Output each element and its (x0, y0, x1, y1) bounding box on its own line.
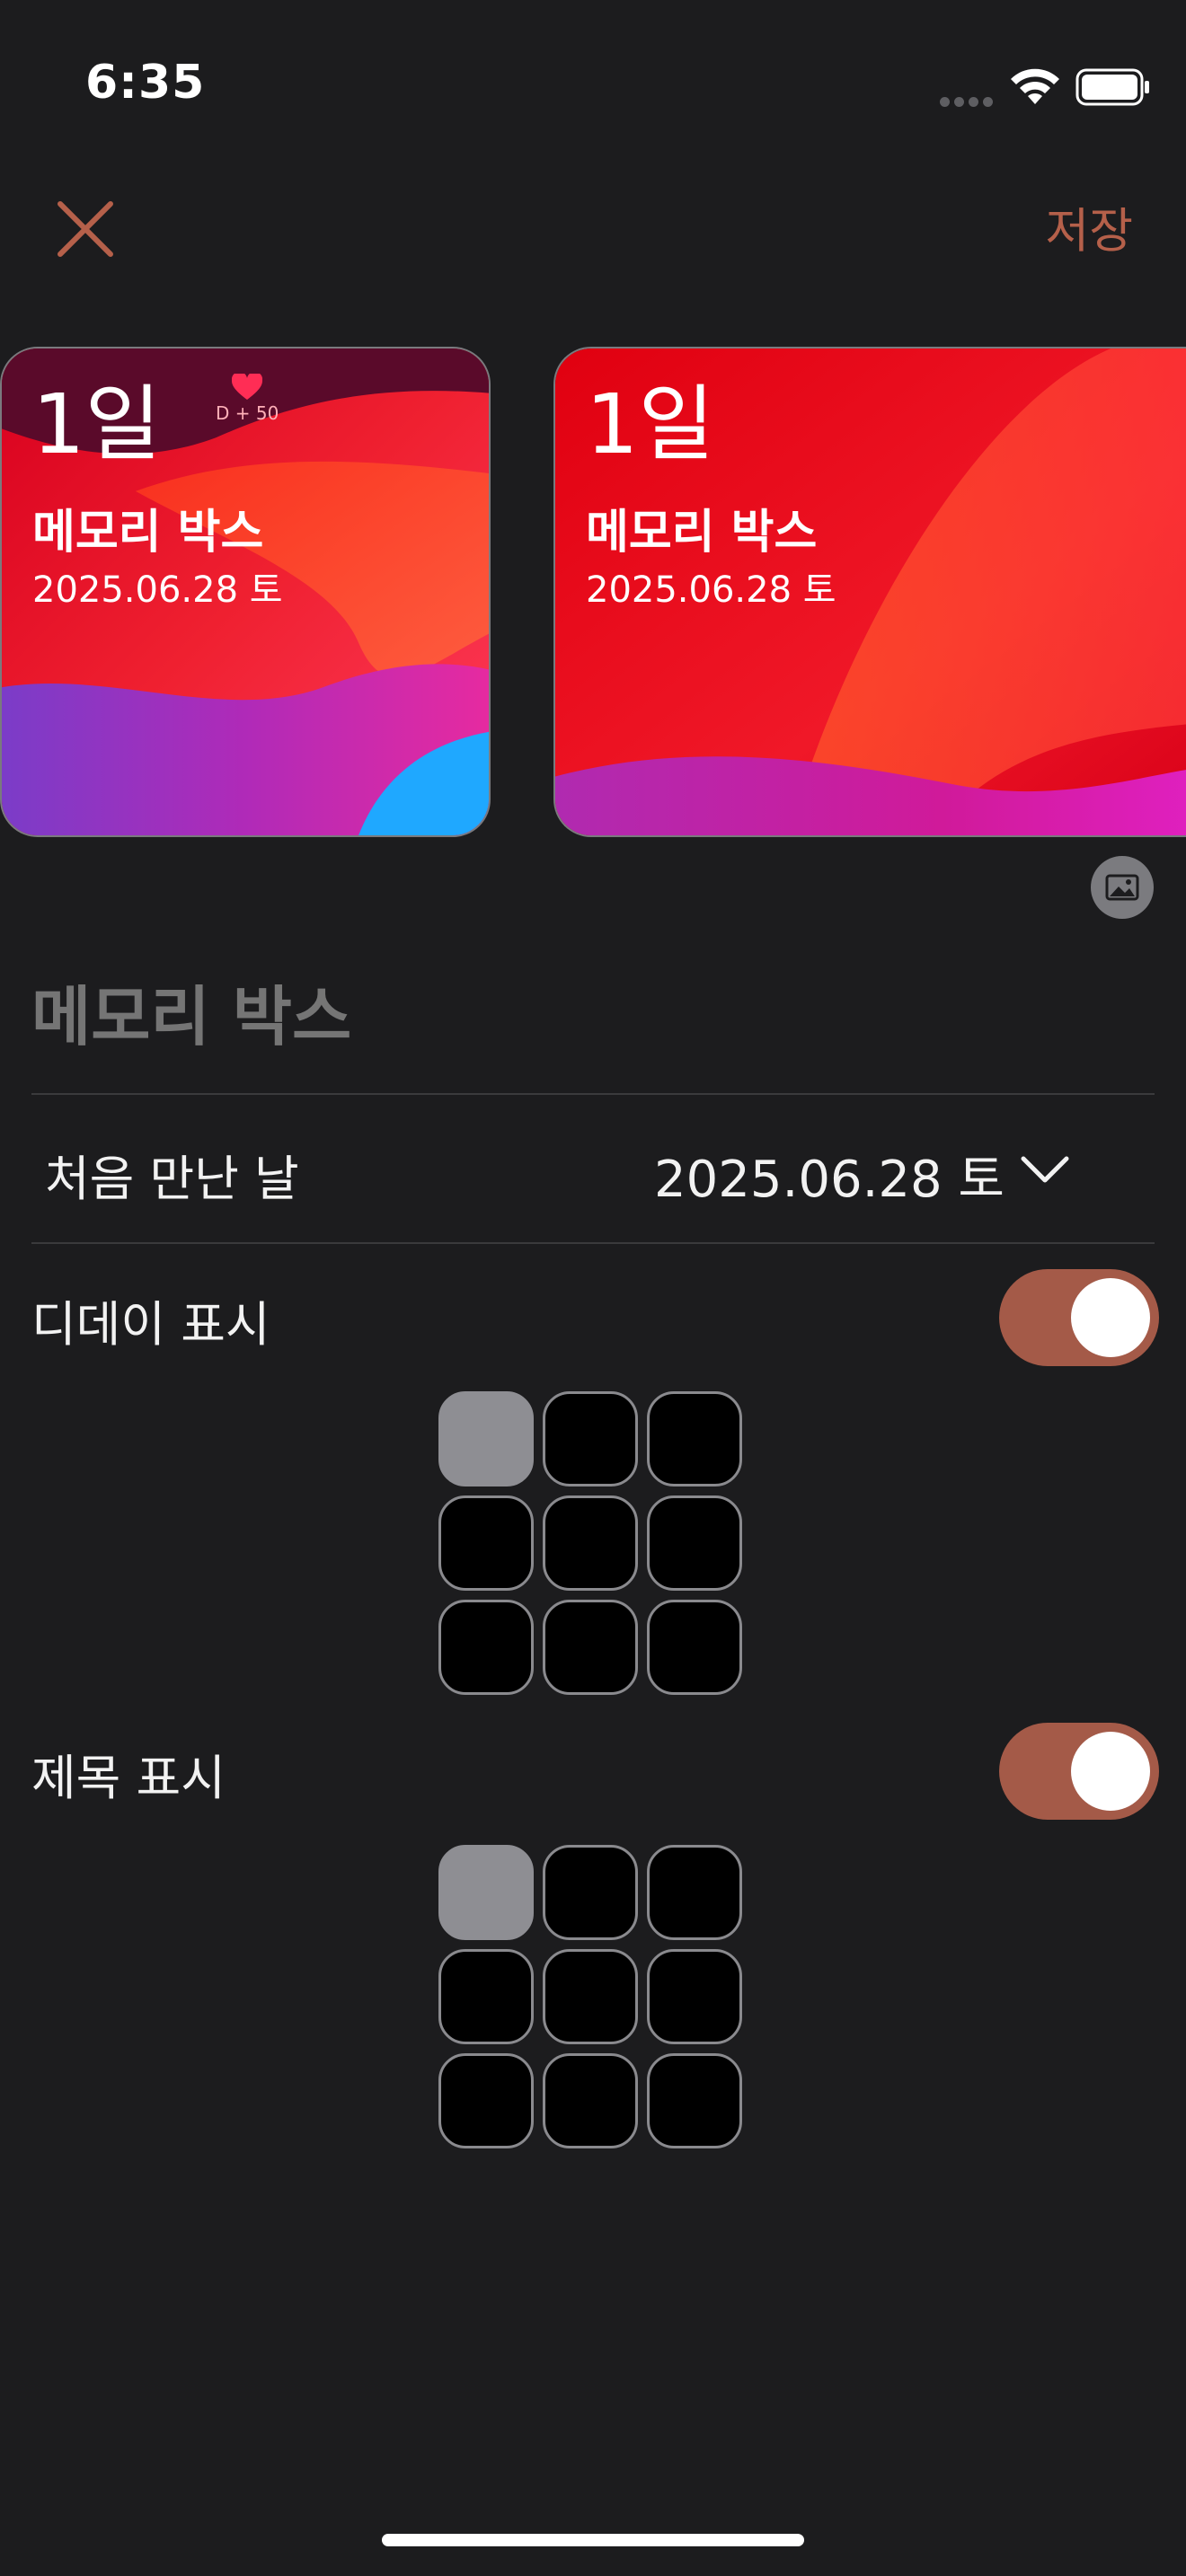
dday-position-grid (438, 1391, 749, 1695)
widget-date: 2025.06.28 토 (586, 569, 836, 611)
close-icon[interactable] (49, 193, 121, 265)
position-cell[interactable] (543, 1845, 638, 1940)
widget-title: 메모리 박스 (586, 506, 818, 560)
image-picker-button[interactable] (1091, 856, 1154, 919)
widget-title: 메모리 박스 (32, 506, 264, 560)
position-cell[interactable] (543, 1391, 638, 1486)
wifi-icon (1011, 68, 1059, 104)
home-indicator (382, 2534, 804, 2546)
title-position-grid (438, 1845, 749, 2148)
divider (31, 1242, 1155, 1244)
title-input[interactable] (31, 979, 1155, 1054)
position-cell[interactable] (438, 1845, 534, 1940)
position-cell[interactable] (647, 1949, 742, 2044)
position-cell[interactable] (438, 1600, 534, 1695)
title-display-toggle[interactable] (999, 1723, 1159, 1820)
widget-preview-small[interactable]: D + 50 1일 메모리 박스 2025.06.28 토 (0, 347, 491, 837)
position-cell[interactable] (438, 2053, 534, 2148)
first-met-date-picker[interactable]: 2025.06.28 토 (654, 1139, 1005, 1212)
position-cell[interactable] (647, 1845, 742, 1940)
title-display-label: 제목 표시 (31, 1750, 226, 1806)
position-cell[interactable] (647, 1600, 742, 1695)
position-cell[interactable] (647, 1391, 742, 1486)
position-cell[interactable] (438, 1495, 534, 1591)
divider (31, 1093, 1155, 1095)
widget-date: 2025.06.28 토 (32, 569, 283, 611)
position-cell[interactable] (543, 2053, 638, 2148)
first-met-label: 처음 만난 날 (45, 1151, 299, 1207)
position-cell[interactable] (647, 2053, 742, 2148)
save-button[interactable]: 저장 (1045, 193, 1133, 261)
position-cell[interactable] (543, 1495, 638, 1591)
status-time: 6:35 (85, 56, 206, 110)
widget-days: 1일 (586, 376, 715, 472)
dday-display-label: 디데이 표시 (31, 1296, 270, 1353)
position-cell[interactable] (438, 1949, 534, 2044)
dday-display-toggle[interactable] (999, 1269, 1159, 1366)
widget-preview-medium[interactable]: 1일 메모리 박스 2025.06.28 토 (553, 347, 1186, 837)
position-cell[interactable] (438, 1391, 534, 1486)
position-cell[interactable] (543, 1600, 638, 1695)
widget-days: 1일 (32, 376, 162, 472)
battery-icon (1075, 68, 1149, 106)
position-cell[interactable] (647, 1495, 742, 1591)
heart-icon (232, 374, 262, 400)
signal-icon (940, 93, 997, 110)
image-icon (1105, 874, 1139, 901)
dday-badge: D + 50 (216, 402, 279, 424)
position-cell[interactable] (543, 1949, 638, 2044)
chevron-down-icon[interactable] (1018, 1151, 1072, 1187)
